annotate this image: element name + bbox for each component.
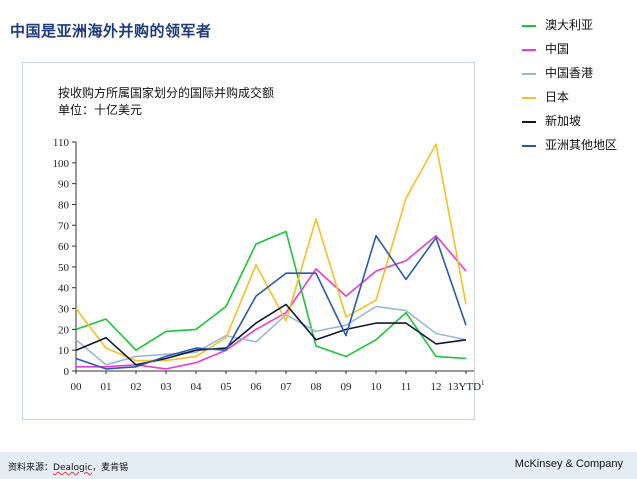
x-tick-label: 07 [281, 381, 293, 393]
series-line [75, 230, 467, 360]
y-tick-label: 0 [64, 366, 70, 378]
y-tick-label: 80 [58, 199, 70, 211]
legend-label: 中国 [545, 42, 570, 56]
x-tick-label: 03 [161, 381, 173, 393]
brand-name: McKinsey & Company [514, 458, 623, 470]
legend-label: 中国香港 [545, 66, 594, 80]
x-tick-label: 08 [311, 381, 323, 393]
y-tick-label: 70 [58, 220, 70, 232]
x-tick-label: 06 [251, 381, 263, 393]
legend-swatch [522, 73, 536, 75]
legend-item-china: 中国 [522, 42, 637, 66]
y-tick-label: 90 [58, 179, 70, 191]
x-tick-label: 00 [71, 381, 83, 393]
legend-item-japan: 日本 [522, 90, 637, 114]
x-tick-label: 02 [131, 381, 142, 393]
y-tick-label: 110 [53, 137, 70, 149]
y-tick-label: 30 [58, 304, 70, 316]
x-tick-label: 04 [191, 381, 203, 393]
x-tick-label: 13YTD1 [447, 379, 485, 393]
legend-item-australia: 澳大利亚 [522, 18, 637, 42]
y-tick-label: 50 [58, 262, 70, 274]
legend-item-singapore: 新加坡 [522, 114, 637, 138]
source-prefix: 资料来源： [8, 463, 54, 473]
legend-item-other-asia: 亚洲其他地区 [522, 138, 637, 162]
legend-item-hong-kong: 中国香港 [522, 66, 637, 90]
x-tick-label: 09 [341, 381, 353, 393]
legend-label: 日本 [545, 90, 570, 104]
legend-label: 澳大利亚 [545, 18, 594, 32]
legend-label: 新加坡 [545, 114, 582, 128]
series-line [75, 303, 467, 366]
y-tick-label: 20 [58, 324, 70, 336]
source-name: Dealogic [53, 463, 93, 473]
legend-swatch [522, 49, 536, 51]
legend-swatch [522, 97, 536, 99]
y-tick-label: 10 [58, 345, 70, 357]
y-tick-label: 60 [58, 241, 70, 253]
x-tick-label: 10 [371, 381, 383, 393]
y-tick-label: 40 [58, 283, 70, 295]
legend-swatch [522, 121, 536, 123]
legend: 澳大利亚 中国 中国香港 日本 新加坡 亚洲其他地区 [522, 18, 637, 162]
x-tick-label: 05 [221, 381, 233, 393]
x-tick-label: 12 [431, 381, 442, 393]
x-tick-label: 01 [101, 381, 112, 393]
source-note: 资料来源：Dealogic，麦肯锡 [8, 460, 128, 473]
x-tick-label: 11 [401, 381, 412, 393]
source-suffix: ，麦肯锡 [92, 463, 129, 473]
legend-swatch [522, 25, 536, 27]
legend-swatch [522, 145, 536, 147]
y-tick-label: 100 [53, 158, 70, 170]
legend-label: 亚洲其他地区 [545, 138, 618, 152]
